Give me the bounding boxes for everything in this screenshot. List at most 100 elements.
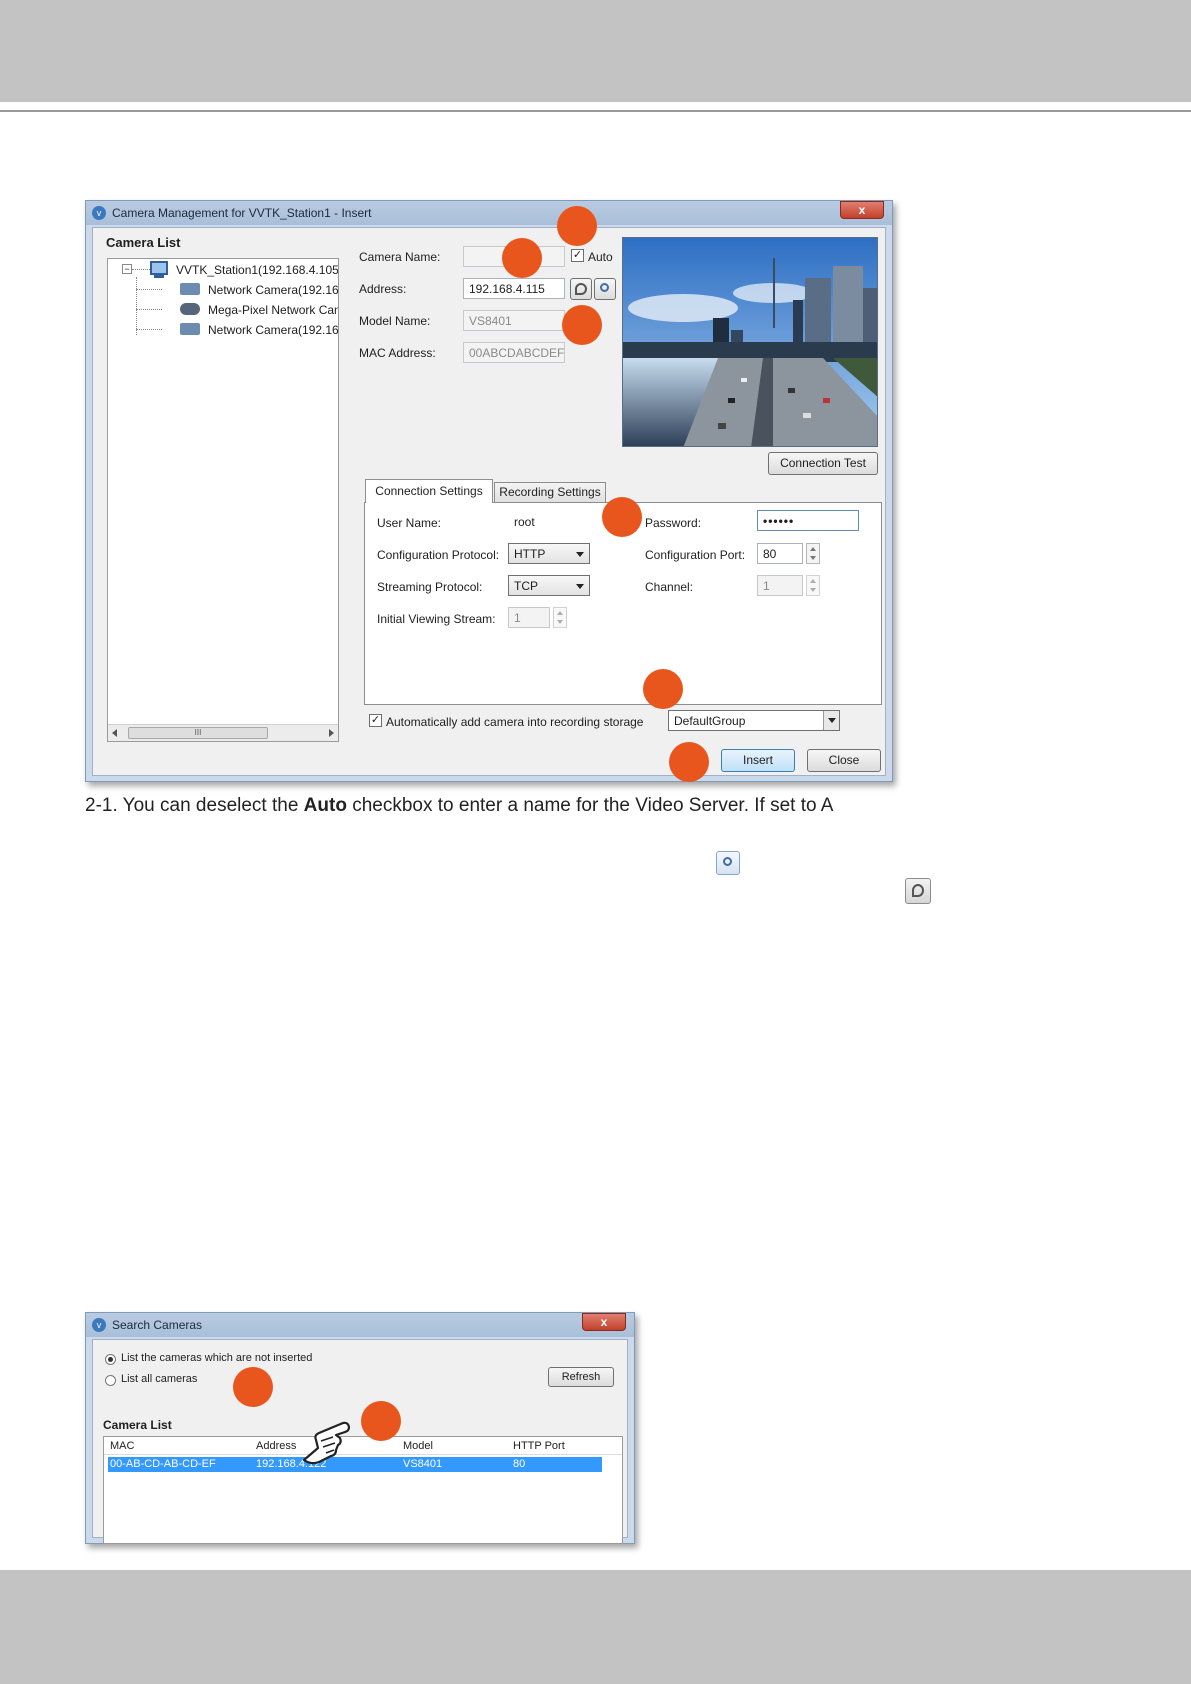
- window-titlebar[interactable]: v Camera Management for VVTK_Station1 - …: [86, 201, 892, 225]
- configuration-port-field[interactable]: 80: [757, 543, 803, 564]
- connection-test-button[interactable]: Connection Test: [768, 452, 878, 475]
- search-magnifier-glyph: [723, 857, 732, 866]
- streaming-protocol-value: TCP: [514, 579, 538, 593]
- tree-camera-item-2[interactable]: Mega-Pixel Network Came: [208, 303, 338, 317]
- initial-viewing-stream-spinner: [553, 607, 567, 628]
- radio-dot: [108, 1357, 113, 1362]
- auto-add-recording-label: Automatically add camera into recording …: [386, 715, 644, 729]
- tree-connector-root: [132, 269, 150, 270]
- user-name-field[interactable]: root: [508, 511, 604, 532]
- camera-list-heading: Camera List: [106, 235, 181, 250]
- chevron-down-icon: [576, 552, 584, 557]
- refresh-button[interactable]: Refresh: [548, 1367, 614, 1387]
- callout-marker-camera-row: [361, 1401, 401, 1441]
- configuration-protocol-label: Configuration Protocol:: [377, 548, 500, 562]
- cell-mac: 00-AB-CD-AB-CD-EF: [110, 1458, 216, 1470]
- auto-checkbox[interactable]: ✓: [571, 249, 584, 262]
- table-header-row: MAC Address Model HTTP Port: [104, 1437, 622, 1455]
- tree-camera-item-3[interactable]: Network Camera(192.168: [208, 323, 338, 337]
- auto-add-recording-checkbox[interactable]: ✓: [369, 714, 382, 727]
- network-cable-icon: [905, 878, 931, 904]
- window-close-button[interactable]: x: [840, 201, 884, 219]
- radio-all-cameras[interactable]: [105, 1375, 116, 1386]
- callout-marker-list-options: [233, 1367, 273, 1407]
- callout-marker-recording-storage: [643, 669, 683, 709]
- close-button[interactable]: Close: [807, 749, 881, 772]
- camera-management-window: v Camera Management for VVTK_Station1 - …: [85, 200, 893, 782]
- column-header-http-port[interactable]: HTTP Port: [513, 1440, 565, 1452]
- scroll-right-arrow[interactable]: [329, 729, 334, 737]
- column-header-mac[interactable]: MAC: [110, 1440, 134, 1452]
- city-scene-image: [623, 238, 877, 446]
- window-client-area: Camera List − VVTK_Station1(192.168.4.10…: [92, 227, 886, 776]
- search-camera-button[interactable]: [594, 278, 616, 300]
- streaming-protocol-label: Streaming Protocol:: [377, 580, 483, 594]
- computer-icon: [150, 261, 168, 275]
- recording-group-value: DefaultGroup: [674, 714, 746, 728]
- radio-all-cameras-label: List all cameras: [121, 1373, 198, 1385]
- configuration-port-label: Configuration Port:: [645, 548, 746, 562]
- tab-recording-settings[interactable]: Recording Settings: [494, 482, 606, 502]
- computer-stand: [154, 275, 164, 278]
- initial-viewing-stream-field: 1: [508, 607, 550, 628]
- tree-connector-vertical: [136, 277, 137, 335]
- password-field[interactable]: ••••••: [757, 510, 859, 531]
- channel-spinner: [806, 575, 820, 596]
- tree-camera-item-1[interactable]: Network Camera(192.168: [208, 283, 338, 297]
- radio-not-inserted-label: List the cameras which are not inserted: [121, 1352, 313, 1364]
- streaming-protocol-select[interactable]: TCP: [508, 575, 590, 596]
- search-window-close-button[interactable]: x: [582, 1313, 626, 1331]
- search-window-titlebar[interactable]: v Search Cameras: [86, 1313, 634, 1337]
- recording-group-dropdown-button[interactable]: [823, 711, 839, 730]
- step-text-suffix: checkbox to enter a name for the Video S…: [346, 795, 834, 816]
- auto-label: Auto: [588, 250, 613, 264]
- configuration-protocol-select[interactable]: HTTP: [508, 543, 590, 564]
- tab-connection-settings[interactable]: Connection Settings: [365, 479, 493, 503]
- search-camera-table: MAC Address Model HTTP Port 00-AB-CD-AB-…: [103, 1436, 623, 1544]
- top-gray-band: [0, 0, 1191, 102]
- header-rule: [0, 110, 1191, 112]
- step-2-1-paragraph: 2-1. You can deselect the Auto checkbox …: [85, 795, 1125, 817]
- callout-marker-insert: [669, 742, 709, 782]
- channel-field: 1: [757, 575, 803, 596]
- cell-model: VS8401: [403, 1458, 443, 1470]
- chevron-down-icon: [828, 718, 836, 723]
- search-window-client: List the cameras which are not inserted …: [92, 1339, 628, 1544]
- channel-label: Channel:: [645, 580, 694, 594]
- tree-horizontal-scrollbar[interactable]: III: [108, 724, 338, 741]
- scroll-thumb[interactable]: III: [128, 727, 268, 739]
- callout-marker-user-name: [602, 497, 642, 537]
- configuration-port-spinner[interactable]: [806, 543, 820, 564]
- scroll-left-arrow[interactable]: [112, 729, 117, 737]
- camera-tree[interactable]: − VVTK_Station1(192.168.4.105 Network Ca…: [107, 258, 339, 742]
- tree-connector-h2: [136, 309, 162, 310]
- callout-marker-model-name: [562, 305, 602, 345]
- tree-root-label[interactable]: VVTK_Station1(192.168.4.105: [176, 263, 338, 277]
- mac-address-label: MAC Address:: [359, 346, 436, 360]
- initial-viewing-stream-label: Initial Viewing Stream:: [377, 612, 496, 626]
- bottom-gray-band: [0, 1570, 1191, 1684]
- app-logo-icon: v: [92, 206, 106, 220]
- chevron-down-icon: [576, 584, 584, 589]
- camera-live-view: [622, 237, 878, 447]
- column-header-address[interactable]: Address: [256, 1440, 296, 1452]
- column-header-model[interactable]: Model: [403, 1440, 433, 1452]
- address-field[interactable]: 192.168.4.115: [463, 278, 565, 299]
- recording-group-select[interactable]: DefaultGroup: [668, 710, 840, 731]
- camera-icon: [180, 283, 200, 295]
- radio-not-inserted[interactable]: [105, 1354, 116, 1365]
- network-cable-button[interactable]: [570, 278, 592, 300]
- search-cameras-window: v Search Cameras x List the cameras whic…: [85, 1312, 635, 1544]
- mac-address-field: 00ABCDABCDEF: [463, 342, 565, 363]
- search-window-title: Search Cameras: [112, 1318, 203, 1332]
- insert-button[interactable]: Insert: [721, 749, 795, 772]
- tree-collapse-toggle[interactable]: −: [122, 264, 132, 274]
- tab-recording-settings-label: Recording Settings: [499, 485, 601, 499]
- table-row[interactable]: 00-AB-CD-AB-CD-EF 192.168.4.122 VS8401 8…: [108, 1457, 602, 1472]
- step-text-prefix: 2-1. You can deselect the: [85, 795, 304, 816]
- model-name-field: VS8401: [463, 310, 565, 331]
- app-logo-icon: v: [92, 1318, 106, 1332]
- model-name-label: Model Name:: [359, 314, 431, 328]
- network-cable-icon: [575, 283, 587, 295]
- callout-marker-camera-name: [502, 238, 542, 278]
